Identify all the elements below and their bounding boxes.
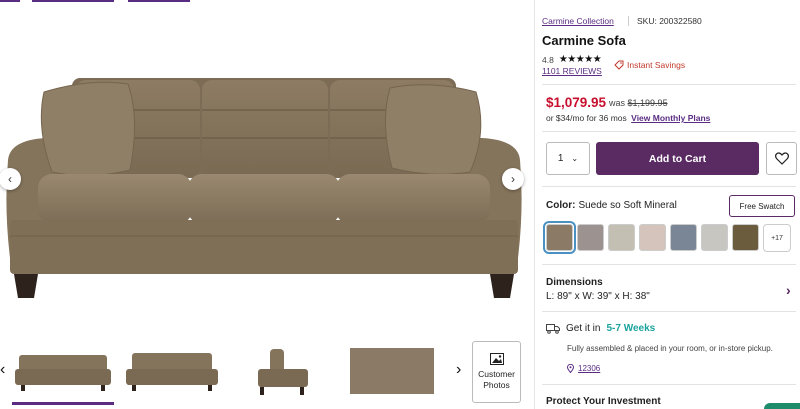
truck-icon (546, 324, 560, 334)
rating: 4.8 ★★★★★ (542, 54, 602, 65)
delivery-weeks: 5-7 Weeks (606, 323, 656, 334)
divider (542, 264, 796, 265)
swatch[interactable] (608, 224, 635, 251)
get-it-label: Get it in (566, 323, 601, 334)
product-image: ‹ › (0, 8, 528, 330)
thumbnail-1[interactable] (12, 343, 114, 405)
chevron-down-icon: ⌄ (571, 154, 579, 163)
location-pin-icon (567, 364, 574, 373)
next-image-button[interactable]: › (502, 168, 524, 190)
delivery-estimate: Get it in 5-7 Weeks (546, 323, 655, 334)
quantity-value: 1 (557, 153, 564, 164)
was-price: was $1,199.95 (609, 98, 668, 108)
chevron-right-icon[interactable]: › (786, 282, 791, 298)
rating-value: 4.8 (542, 54, 554, 65)
sku-text: SKU: 200322580 (628, 16, 702, 26)
thumbs-next-icon[interactable]: › (456, 361, 461, 379)
color-value: Suede so Soft Mineral (578, 200, 677, 211)
monthly-text: or $34/mo for 36 mos (546, 113, 627, 123)
product-title: Carmine Sofa (542, 33, 626, 48)
divider (542, 131, 796, 132)
swatch[interactable] (577, 224, 604, 251)
thumbs-prev-icon[interactable]: ‹ (0, 361, 5, 379)
star-rating-icon: ★★★★★ (558, 54, 602, 65)
free-swatch-button[interactable]: Free Swatch (729, 195, 795, 217)
photo-icon (489, 353, 504, 365)
tag-icon (614, 60, 624, 70)
product-info-panel: Carmine Collection SKU: 200322580 Carmin… (542, 0, 800, 409)
sale-price: $1,079.95 (546, 95, 607, 110)
collection-link[interactable]: Carmine Collection (542, 16, 614, 26)
dimensions-value: L: 89" x W: 39" x H: 38" (546, 291, 650, 302)
breadcrumb (0, 0, 200, 3)
color-selected: Color: Suede so Soft Mineral (546, 200, 677, 211)
swatch[interactable] (732, 224, 759, 251)
was-label: was (609, 98, 626, 108)
original-price: $1,199.95 (627, 98, 668, 108)
color-label: Color: (546, 200, 576, 211)
swatch[interactable] (543, 221, 576, 254)
panel-divider (534, 0, 535, 409)
quantity-select[interactable]: 1 ⌄ (546, 142, 590, 175)
more-swatches-button[interactable]: +17 (763, 224, 791, 252)
zip-code-link[interactable]: 12306 (567, 364, 600, 373)
instant-savings[interactable]: Instant Savings (614, 60, 685, 70)
add-to-cart-button[interactable]: Add to Cart (596, 142, 759, 175)
instant-savings-label: Instant Savings (627, 60, 686, 70)
delivery-note: Fully assembled & placed in your room, o… (567, 344, 773, 353)
divider (542, 384, 796, 385)
swatch[interactable] (639, 224, 666, 251)
dimensions-title[interactable]: Dimensions (546, 277, 603, 288)
zip-code: 12306 (578, 364, 601, 373)
divider (542, 84, 796, 85)
monthly-plans-link[interactable]: View Monthly Plans (631, 113, 710, 123)
swatch[interactable] (670, 224, 697, 251)
heart-icon (774, 152, 789, 165)
swatch[interactable] (701, 224, 728, 251)
wishlist-button[interactable] (766, 142, 797, 175)
thumbnail-4[interactable] (349, 343, 435, 399)
reviews-link[interactable]: 1101 REVIEWS (542, 66, 602, 76)
protect-investment-title[interactable]: Protect Your Investment (546, 396, 661, 407)
divider (542, 186, 796, 187)
divider (542, 311, 796, 312)
thumbnail-3[interactable] (252, 343, 312, 399)
prev-image-button[interactable]: ‹ (0, 168, 21, 190)
customer-photos-button[interactable]: Customer Photos (472, 341, 521, 403)
chat-tab[interactable] (764, 403, 800, 409)
monthly-payment: or $34/mo for 36 mos View Monthly Plans (546, 113, 710, 123)
customer-photos-label: Customer Photos (478, 369, 515, 390)
color-swatches: +17 (543, 221, 796, 254)
thumbnail-2[interactable] (122, 343, 222, 399)
thumbnail-strip: ‹ › Customer Photos (0, 333, 528, 409)
sofa-illustration (6, 78, 522, 298)
